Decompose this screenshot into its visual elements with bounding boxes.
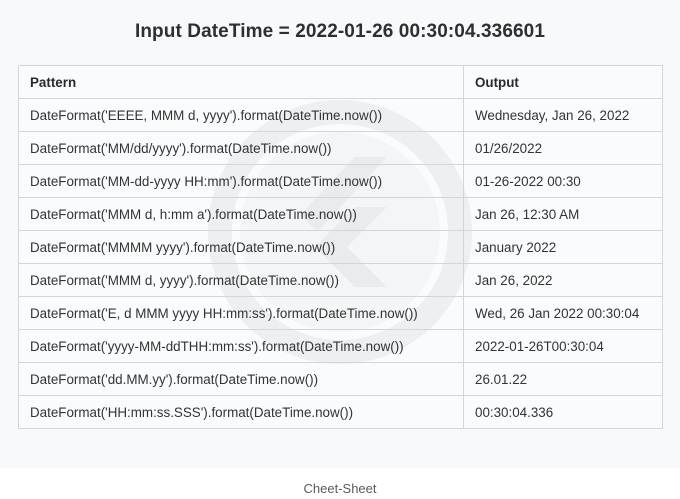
pattern-cell: DateFormat('dd.MM.yy').format(DateTime.n… xyxy=(18,362,464,396)
table-row: DateFormat('dd.MM.yy').format(DateTime.n… xyxy=(18,362,663,396)
output-cell: 2022-01-26T00:30:04 xyxy=(463,329,663,363)
pattern-cell: DateFormat('MMMM yyyy').format(DateTime.… xyxy=(18,230,464,264)
table-row: DateFormat('HH:mm:ss.SSS').format(DateTi… xyxy=(18,395,663,429)
pattern-cell: DateFormat('E, d MMM yyyy HH:mm:ss').for… xyxy=(18,296,464,330)
pattern-cell: DateFormat('MM/dd/yyyy').format(DateTime… xyxy=(18,131,464,165)
column-header-pattern: Pattern xyxy=(18,65,464,99)
table-row: DateFormat('MMM d, h:mm a').format(DateT… xyxy=(18,197,663,231)
output-cell: Wed, 26 Jan 2022 00:30:04 xyxy=(463,296,663,330)
table-row: DateFormat('MM/dd/yyyy').format(DateTime… xyxy=(18,131,663,165)
output-cell: January 2022 xyxy=(463,230,663,264)
output-cell: Wednesday, Jan 26, 2022 xyxy=(463,98,663,132)
table-row: DateFormat('MM-dd-yyyy HH:mm').format(Da… xyxy=(18,164,663,198)
table-row: DateFormat('yyyy-MM-ddTHH:mm:ss').format… xyxy=(18,329,663,363)
table-row: DateFormat('MMMM yyyy').format(DateTime.… xyxy=(18,230,663,264)
pattern-cell: DateFormat('MM-dd-yyyy HH:mm').format(Da… xyxy=(18,164,464,198)
image-caption: Cheet-Sheet xyxy=(303,481,377,496)
pattern-cell: DateFormat('yyyy-MM-ddTHH:mm:ss').format… xyxy=(18,329,464,363)
date-format-table: Pattern Output DateFormat('EEEE, MMM d, … xyxy=(18,65,663,429)
table-row: DateFormat('E, d MMM yyyy HH:mm:ss').for… xyxy=(18,296,663,330)
page-title: Input DateTime = 2022-01-26 00:30:04.336… xyxy=(134,21,546,42)
output-cell: 01/26/2022 xyxy=(463,131,663,165)
cheat-sheet-card: Input DateTime = 2022-01-26 00:30:04.336… xyxy=(0,0,680,468)
table-row: DateFormat('MMM d, yyyy').format(DateTim… xyxy=(18,263,663,297)
pattern-cell: DateFormat('EEEE, MMM d, yyyy').format(D… xyxy=(18,98,464,132)
output-cell: Jan 26, 12:30 AM xyxy=(463,197,663,231)
pattern-cell: DateFormat('MMM d, h:mm a').format(DateT… xyxy=(18,197,464,231)
pattern-cell: DateFormat('HH:mm:ss.SSS').format(DateTi… xyxy=(18,395,464,429)
table-header-row: Pattern Output xyxy=(18,65,663,99)
output-cell: Jan 26, 2022 xyxy=(463,263,663,297)
pattern-cell: DateFormat('MMM d, yyyy').format(DateTim… xyxy=(18,263,464,297)
column-header-output: Output xyxy=(463,65,663,99)
output-cell: 26.01.22 xyxy=(463,362,663,396)
output-cell: 00:30:04.336 xyxy=(463,395,663,429)
output-cell: 01-26-2022 00:30 xyxy=(463,164,663,198)
table-row: DateFormat('EEEE, MMM d, yyyy').format(D… xyxy=(18,98,663,132)
